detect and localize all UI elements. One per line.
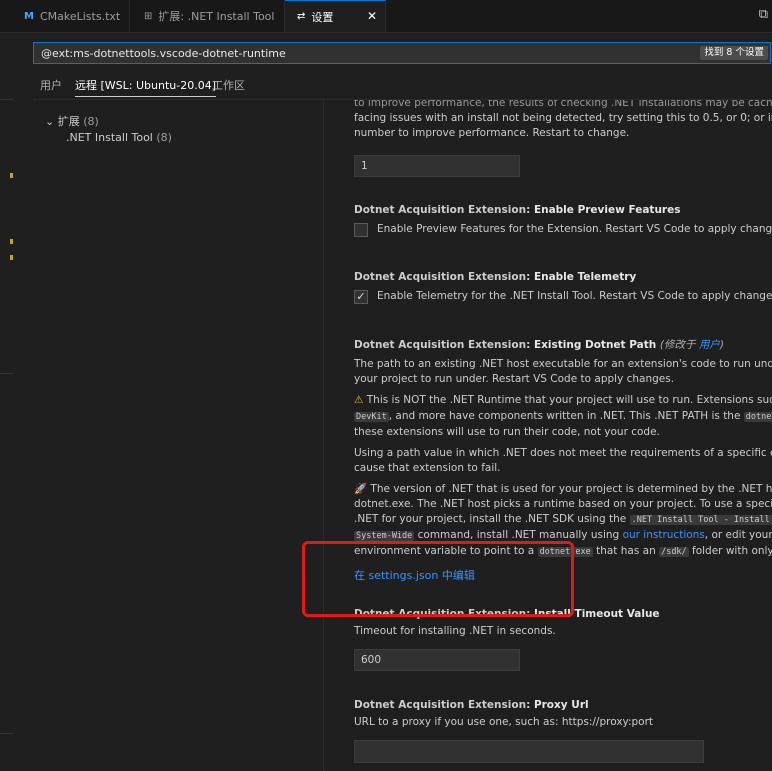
cache-time-input[interactable]: 1 xyxy=(354,155,520,177)
setting-description: cause that extension to fail. xyxy=(354,462,501,474)
toc-item-dotnet-install-tool[interactable]: .NET Install Tool (8) xyxy=(66,131,172,144)
modified-in-user-link[interactable]: 用户 xyxy=(699,339,720,351)
setting-name: Enable Telemetry xyxy=(533,271,637,283)
install-timeout-input[interactable]: 600 xyxy=(354,649,520,671)
setting-description: Enable Telemetry for the .NET Install To… xyxy=(377,290,772,302)
setting-title: Dotnet Acquisition Extension: Enable Tel… xyxy=(354,271,772,283)
setting-name: Enable Preview Features xyxy=(533,204,681,216)
note-text: .NET for your project, install the .NET … xyxy=(354,513,630,525)
divider xyxy=(0,99,13,100)
setting-title: Dotnet Acquisition Extension: Proxy Url xyxy=(354,699,772,711)
note-text: that has an xyxy=(592,545,660,557)
chevron-down-icon: ⌄ xyxy=(45,115,55,128)
version-note: dotnet.exe. The .NET host picks a runtim… xyxy=(354,498,772,510)
editor-gutter xyxy=(0,33,13,771)
setting-description-cut: to improve performance, the results of c… xyxy=(354,100,772,109)
setting-category: Dotnet Acquisition Extension: xyxy=(354,699,534,711)
version-note: .NET for your project, install the .NET … xyxy=(354,512,772,528)
note-text: command, install .NET manually using xyxy=(414,529,623,541)
modified-prefix: (修改于 xyxy=(659,339,699,351)
tab-label: 扩展: .NET Install Tool xyxy=(158,10,275,23)
setting-category: Dotnet Acquisition Extension: xyxy=(354,339,534,351)
version-note: 🚀 The version of .NET that is used for y… xyxy=(354,482,772,497)
inline-code: dotnet.exe xyxy=(743,412,772,422)
enable-telemetry-checkbox[interactable]: ✓ xyxy=(354,290,368,304)
search-result-count-badge: 找到 8 个设置 xyxy=(700,46,768,60)
setting-proxy-url: Dotnet Acquisition Extension: Proxy Url … xyxy=(354,699,772,730)
rocket-icon: 🚀 xyxy=(354,483,368,495)
modified-indicator xyxy=(10,239,13,244)
check-icon: ✓ xyxy=(356,290,366,303)
tab-label: CMakeLists.txt xyxy=(39,9,121,23)
editor-tab-bar: M CMakeLists.txt ⊞ 扩展: .NET Install Tool… xyxy=(0,0,772,33)
tab-extension-dotnet-install-tool[interactable]: ⊞ 扩展: .NET Install Tool xyxy=(130,0,285,32)
setting-name: Existing Dotnet Path xyxy=(533,339,657,351)
modified-in-indicator: (修改于 用户) xyxy=(660,339,724,351)
our-instructions-link[interactable]: our instructions xyxy=(623,529,705,541)
setting-name: Proxy Url xyxy=(533,699,589,711)
divider xyxy=(0,733,13,734)
toc-group-extensions[interactable]: ⌄ 扩展 (8) xyxy=(45,113,99,129)
modified-suffix: ) xyxy=(719,339,724,351)
setting-description: facing issues with an install not being … xyxy=(354,112,772,124)
note-text: , or edit your PATH xyxy=(704,529,772,541)
tab-remote-wsl[interactable]: 远程 [WSL: Ubuntu-20.04] xyxy=(75,77,216,97)
toc-item-label: .NET Install Tool xyxy=(66,131,153,144)
setting-category: Dotnet Acquisition Extension: xyxy=(354,204,534,216)
toc-group-count: (8) xyxy=(83,115,99,128)
close-icon[interactable]: ✕ xyxy=(367,9,377,23)
settings-search-box[interactable]: 找到 8 个设置 xyxy=(33,42,771,64)
inline-code: DevKit xyxy=(354,412,389,422)
extensions-icon: ⊞ xyxy=(144,10,153,22)
tab-settings[interactable]: ⇄ 设置 ✕ xyxy=(285,0,386,32)
note-text: folder with only one S xyxy=(692,545,772,557)
toc-group-label: 扩展 xyxy=(57,115,80,128)
open-settings-json-icon[interactable]: ⧉ xyxy=(759,7,768,22)
note-text: This is NOT the .NET Runtime that your p… xyxy=(363,394,772,406)
setting-description: Timeout for installing .NET in seconds. xyxy=(354,625,556,637)
setting-description: Enable Preview Features for the Extensio… xyxy=(377,223,772,235)
setting-description: number to improve performance. Restart t… xyxy=(354,127,630,139)
toc-item-count: (8) xyxy=(156,131,172,144)
note-text: , and more have components written in .N… xyxy=(388,410,744,422)
note-text: The version of .NET that is used for you… xyxy=(367,483,772,495)
inline-code: /sdk/ xyxy=(659,547,689,557)
cmake-file-icon: M xyxy=(24,10,34,22)
tab-cmakelists[interactable]: M CMakeLists.txt xyxy=(0,0,130,32)
setting-description: The path to an existing .NET host execut… xyxy=(354,358,772,370)
settings-search-input[interactable] xyxy=(34,43,701,63)
settings-table-of-contents: ⌄ 扩展 (8) .NET Install Tool (8) xyxy=(33,100,323,771)
highlight-annotation xyxy=(302,541,574,617)
setting-enable-preview-features: Dotnet Acquisition Extension: Enable Pre… xyxy=(354,204,772,216)
proxy-url-input[interactable] xyxy=(354,740,704,763)
tab-user[interactable]: 用户 xyxy=(40,77,62,93)
divider xyxy=(0,373,13,374)
modified-indicator xyxy=(10,173,13,178)
inline-code: System-Wide xyxy=(354,531,415,541)
inline-code: .NET Install Tool - Install SDK xyxy=(629,515,772,525)
setting-category: Dotnet Acquisition Extension: xyxy=(354,271,534,283)
warning-note: these extensions will use to run their c… xyxy=(354,426,660,438)
warning-note: DevKit, and more have components written… xyxy=(354,409,772,425)
setting-description: your project to run under. Restart VS Co… xyxy=(354,373,675,385)
setting-enable-telemetry: Dotnet Acquisition Extension: Enable Tel… xyxy=(354,271,772,283)
setting-description: Using a path value in which .NET does no… xyxy=(354,447,772,459)
enable-preview-features-checkbox[interactable] xyxy=(354,223,368,237)
modified-indicator xyxy=(10,255,13,260)
setting-cache-time: to improve performance, the results of c… xyxy=(354,100,772,141)
setting-description: URL to a proxy if you use one, such as: … xyxy=(354,716,654,728)
warning-note: ⚠ This is NOT the .NET Runtime that your… xyxy=(354,393,772,409)
tab-workspace[interactable]: 工作区 xyxy=(212,77,245,93)
setting-title: Dotnet Acquisition Extension: Existing D… xyxy=(354,337,772,352)
settings-list: to improve performance, the results of c… xyxy=(324,100,772,771)
tab-label: 设置 xyxy=(311,10,334,24)
warning-icon: ⚠ xyxy=(354,394,364,406)
setting-title: Dotnet Acquisition Extension: Enable Pre… xyxy=(354,204,772,216)
settings-editor-icon: ⇄ xyxy=(297,11,306,22)
